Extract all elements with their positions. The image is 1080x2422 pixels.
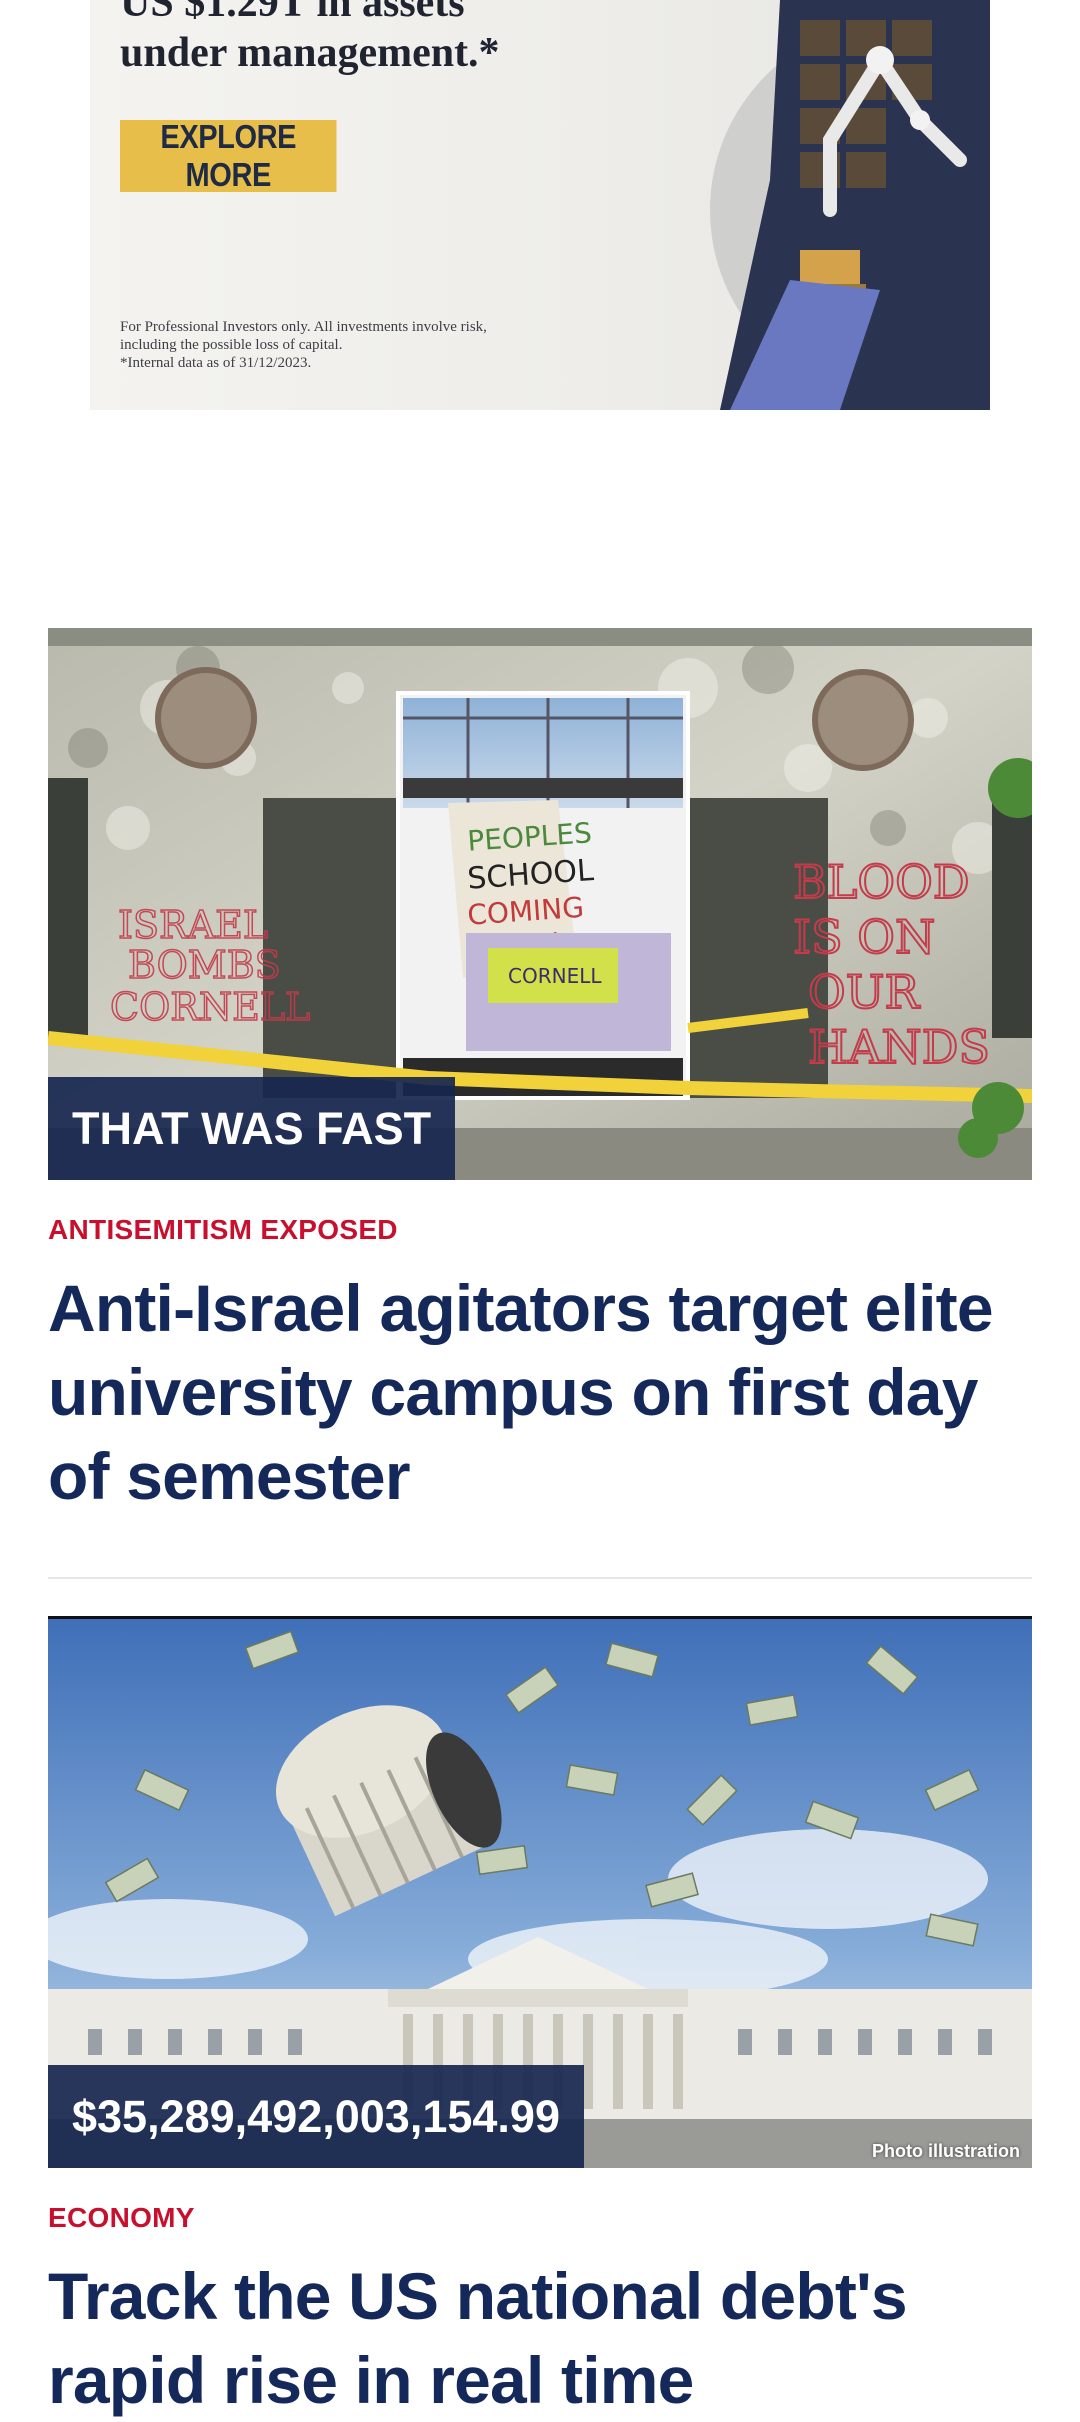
svg-text:HANDS: HANDS bbox=[808, 1020, 990, 1074]
article-card[interactable]: PEOPLES SCHOOL COMING SOON CORNELL ISRAE… bbox=[48, 628, 1032, 1518]
article-image-link[interactable]: $35,289,492,003,154.99 Photo illustratio… bbox=[48, 1616, 1032, 2168]
robot-warehouse-illustration bbox=[710, 0, 990, 410]
article-image-link[interactable]: PEOPLES SCHOOL COMING SOON CORNELL ISRAE… bbox=[48, 628, 1032, 1180]
article-overlay-label: THAT WAS FAST bbox=[48, 1077, 456, 1180]
article-headline-link[interactable]: Track the US national debt's rapid rise … bbox=[48, 2254, 1032, 2422]
ad-disclaimer-line-3: *Internal data as of 31/12/2023. bbox=[120, 355, 312, 371]
national-debt-counter: $35,289,492,003,154.99 bbox=[48, 2065, 584, 2168]
article-category-link[interactable]: ECONOMY bbox=[48, 2202, 1032, 2234]
explore-more-button[interactable]: EXPLORE MORE bbox=[120, 118, 337, 193]
svg-text:BOMBS: BOMBS bbox=[128, 943, 281, 987]
svg-text:ISRAEL: ISRAEL bbox=[118, 903, 268, 947]
article-category-link[interactable]: ANTISEMITISM EXPOSED bbox=[48, 1214, 1032, 1246]
ad-disclaimer-line-2: including the possible loss of capital. bbox=[120, 337, 343, 353]
svg-text:BLOOD: BLOOD bbox=[793, 855, 970, 909]
ad-headline-line-2: under management.* bbox=[120, 30, 500, 76]
article-headline-link[interactable]: Anti-Israel agitators target elite unive… bbox=[48, 1266, 1032, 1518]
advertisement-banner[interactable]: US $1.29T in assets under management.* E… bbox=[90, 0, 990, 410]
ad-headline-line-1: US $1.29T in assets bbox=[120, 0, 465, 26]
svg-text:OUR: OUR bbox=[808, 965, 920, 1019]
ad-disclaimer-line-1: For Professional Investors only. All inv… bbox=[120, 319, 487, 335]
photo-credit: Photo illustration bbox=[872, 2141, 1020, 2161]
ad-disclaimer: For Professional Investors only. All inv… bbox=[120, 318, 560, 372]
svg-text:CORNELL: CORNELL bbox=[110, 985, 310, 1029]
ad-headline: US $1.29T in assets under management.* bbox=[120, 0, 500, 78]
article-card[interactable]: $35,289,492,003,154.99 Photo illustratio… bbox=[48, 1616, 1032, 2422]
article-divider bbox=[48, 1577, 1032, 1579]
svg-text:CORNELL: CORNELL bbox=[508, 964, 602, 988]
svg-text:IS ON: IS ON bbox=[793, 910, 935, 964]
